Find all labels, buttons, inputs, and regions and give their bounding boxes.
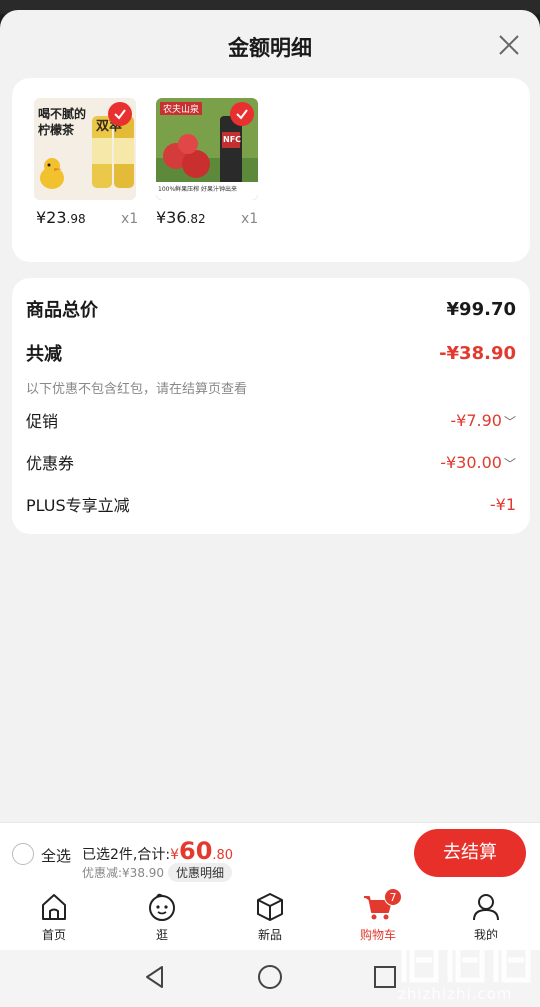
chevron-down-icon: ﹀	[503, 414, 516, 429]
promo-label: 促销	[26, 412, 59, 431]
home-circle-icon	[258, 965, 282, 989]
close-icon	[499, 35, 519, 55]
selected-summary: 已选2件,合计:¥60.80	[82, 837, 234, 865]
sheet-title: 金额明细	[228, 36, 312, 60]
plus-value: -¥1	[489, 494, 516, 514]
checkout-bar: 全选 已选2件,合计:¥60.80 优惠减:¥38.90 优惠明细 去结算	[0, 822, 540, 884]
coupon-row[interactable]: 优惠券 -¥30.00 ﹀	[26, 450, 516, 474]
discount-value: -¥38.90	[439, 342, 516, 364]
home-nav-button[interactable]	[255, 962, 285, 992]
plus-row: PLUS专享立减 -¥1	[26, 492, 516, 516]
home-icon	[42, 894, 66, 920]
product-item[interactable]: 喝不腻的 柠檬茶 双萃	[34, 98, 144, 200]
thumb-text: 100%鲜果压榨 好果汁钟出来	[158, 186, 238, 193]
promo-row[interactable]: 促销 -¥7.90 ﹀	[26, 408, 516, 432]
cart-badge: 7	[384, 888, 402, 906]
browse-icon	[149, 893, 175, 921]
profile-icon	[473, 894, 499, 921]
coupon-label: 优惠券	[26, 454, 75, 473]
product-thumbnail: 农夫山泉 NFC 100%鲜果压榨 好果汁钟出来	[156, 98, 258, 200]
discount-label: 共减	[26, 344, 62, 365]
tab-home[interactable]: 首页	[14, 890, 94, 943]
thumb-text: NFC	[223, 135, 242, 144]
total-value: ¥99.70	[446, 298, 516, 320]
price-summary-card: 商品总价 ¥99.70 共减 -¥38.90 以下优惠不包含红包，请在结算页查看…	[12, 278, 530, 534]
discount-row: 共减 -¥38.90	[26, 340, 516, 366]
total-label: 商品总价	[26, 300, 98, 321]
product-qty: x1	[121, 211, 139, 227]
check-icon	[114, 109, 126, 120]
total-amount: 60	[179, 837, 213, 865]
discount-note: 以下优惠不包含红包，请在结算页查看	[26, 382, 248, 397]
select-all-label[interactable]: 全选	[41, 845, 71, 866]
product-thumbnail: 喝不腻的 柠檬茶 双萃	[34, 98, 136, 200]
selected-check[interactable]	[108, 102, 132, 126]
checkout-button[interactable]: 去结算	[414, 829, 526, 877]
promo-value: -¥7.90	[450, 410, 502, 430]
discount-detail-button[interactable]: 优惠明细	[168, 863, 233, 882]
back-nav-button[interactable]	[140, 962, 170, 992]
thumb-text: 柠檬茶	[38, 123, 75, 137]
total-row: 商品总价 ¥99.70	[26, 296, 516, 322]
watermark-text: zhizhizhi.com	[398, 985, 513, 1003]
product-card: 喝不腻的 柠檬茶 双萃 ¥23.98 x1 农夫山泉 NFC 100%鲜果压榨 …	[12, 78, 530, 262]
amount-detail-sheet: 金额明细 喝不腻的 柠檬茶 双萃 ¥23.98 x1 农夫山泉 NFC 100%…	[0, 10, 540, 822]
thumb-text: 喝不腻的	[38, 107, 87, 121]
new-product-icon	[257, 893, 283, 921]
plus-label: PLUS专享立减	[26, 496, 130, 515]
product-price: ¥36.82	[156, 208, 206, 227]
product-item[interactable]: 农夫山泉 NFC 100%鲜果压榨 好果汁钟出来	[156, 98, 266, 200]
product-price: ¥23.98	[36, 208, 86, 227]
discount-summary: 优惠减:¥38.90 优惠明细	[82, 863, 233, 882]
back-triangle-icon	[146, 966, 163, 988]
chevron-down-icon: ﹀	[503, 456, 516, 471]
check-icon	[236, 109, 248, 120]
tab-browse[interactable]: 逛	[122, 890, 202, 943]
tab-new[interactable]: 新品	[230, 890, 310, 943]
product-qty: x1	[241, 211, 259, 227]
selected-check[interactable]	[230, 102, 254, 126]
close-button[interactable]	[494, 30, 524, 60]
select-all-radio[interactable]	[12, 843, 34, 865]
coupon-value: -¥30.00	[440, 452, 502, 472]
thumb-text: 农夫山泉	[160, 102, 203, 115]
